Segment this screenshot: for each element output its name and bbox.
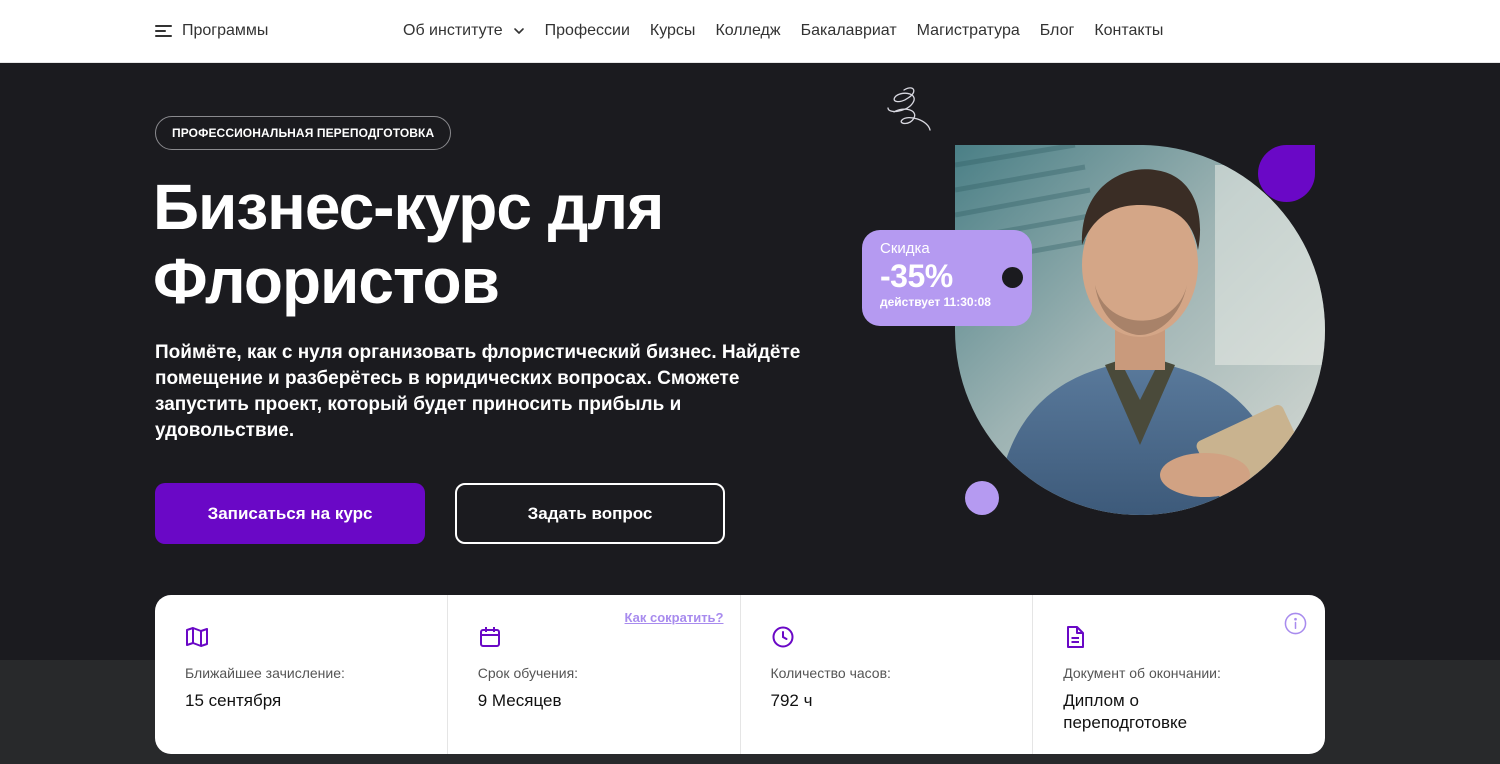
nav-item-master[interactable]: Магистратура xyxy=(917,22,1020,40)
how-to-shorten-link[interactable]: Как сократить? xyxy=(625,610,724,625)
menu-icon xyxy=(155,25,172,37)
enroll-button[interactable]: Записаться на курс xyxy=(155,483,425,544)
site-header: Программы Об институте Профессии Курсы К… xyxy=(0,0,1500,63)
nav-item-courses[interactable]: Курсы xyxy=(650,22,696,40)
info-value: 9 Месяцев xyxy=(477,691,562,710)
nav-item-college[interactable]: Колледж xyxy=(715,22,780,40)
course-description: Поймёте, как с нуля организовать флорист… xyxy=(155,342,801,441)
info-document: Документ об окончании: Диплом о переподг… xyxy=(1033,595,1325,754)
document-icon xyxy=(1067,626,1085,648)
chevron-down-icon xyxy=(513,28,524,34)
discount-label: Скидка xyxy=(880,240,930,257)
programs-label: Программы xyxy=(182,22,269,39)
info-enrollment: Ближайшее зачисление: 15 сентября xyxy=(155,595,448,754)
info-icon[interactable] xyxy=(1284,612,1307,635)
calendar-icon xyxy=(479,627,500,647)
info-hours: Количество часов: 792 ч xyxy=(741,595,1034,754)
program-type-badge: ПРОФЕССИОНАЛЬНАЯ ПЕРЕПОДГОТОВКА xyxy=(155,116,452,150)
lilac-accent-dot xyxy=(965,481,999,515)
info-label: Количество часов: xyxy=(770,665,891,681)
nav-item-about[interactable]: Об институте xyxy=(403,22,525,40)
map-icon xyxy=(186,627,208,647)
programs-menu-button[interactable]: Программы xyxy=(155,22,268,40)
info-value: 15 сентября xyxy=(185,691,282,710)
main-nav: Об институте Профессии Курсы Колледж Бак… xyxy=(403,22,1163,40)
nav-item-bachelor[interactable]: Бакалавриат xyxy=(801,22,897,40)
student-photo xyxy=(955,145,1325,515)
discount-timer: действует 11:30:08 xyxy=(880,295,991,309)
nav-item-about-label: Об институте xyxy=(403,22,503,39)
info-value: Диплом о переподготовке xyxy=(1063,691,1188,732)
purple-accent-shape xyxy=(1258,145,1315,202)
squiggle-decoration xyxy=(887,87,931,131)
clock-icon xyxy=(772,626,793,648)
info-label: Документ об окончании: xyxy=(1063,665,1221,681)
ask-question-button[interactable]: Задать вопрос xyxy=(455,483,725,544)
course-info-card: Ближайшее зачисление: 15 сентября Срок о… xyxy=(155,595,1325,754)
discount-dot xyxy=(1002,267,1023,288)
info-label: Ближайшее зачисление: xyxy=(185,665,345,681)
nav-item-contacts[interactable]: Контакты xyxy=(1094,22,1163,40)
discount-badge: Скидка -35% действует 11:30:08 xyxy=(862,230,1032,326)
info-value: 792 ч xyxy=(770,691,813,710)
info-duration: Срок обучения: 9 Месяцев Как сократить? xyxy=(448,595,741,754)
discount-value: -35% xyxy=(880,258,953,294)
page-title: Бизнес-курс для Флористов xyxy=(153,171,664,317)
nav-item-blog[interactable]: Блог xyxy=(1040,22,1075,40)
info-label: Срок обучения: xyxy=(477,665,579,681)
nav-item-professions[interactable]: Профессии xyxy=(545,22,630,40)
